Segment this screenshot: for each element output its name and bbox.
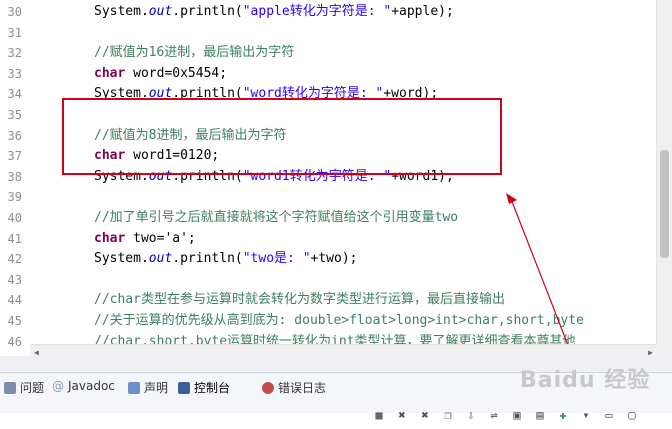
baidu-watermark: Baidu 经验 [520, 368, 651, 393]
tab-problems[interactable]: 问题 [4, 379, 44, 396]
terminate-icon[interactable]: ■ [370, 406, 388, 424]
tab-declaration[interactable]: 声明 [128, 379, 168, 396]
tab-error-log[interactable]: 错误日志 [262, 379, 326, 396]
tab-label: 问题 [20, 381, 45, 395]
copy-icon[interactable]: ❐ [439, 406, 457, 424]
remove-launch-icon[interactable]: ✖ [393, 406, 411, 424]
console-icon [178, 381, 190, 394]
tab-label: 声明 [144, 381, 169, 395]
scroll-lock-icon[interactable]: ⇩ [462, 406, 480, 424]
word-wrap-icon[interactable]: ⇌ [485, 406, 503, 424]
tab-label: 控制台 [194, 381, 231, 395]
maximize-icon[interactable]: ▢ [623, 406, 641, 424]
tab-label: 错误日志 [278, 381, 327, 395]
vertical-scroll-thumb[interactable] [660, 150, 669, 258]
display-console-icon[interactable]: ▤ [531, 406, 549, 424]
code-editor[interactable]: 30 System.out.println("apple转化为字符是: "+app… [0, 0, 672, 358]
error-log-icon [262, 381, 274, 394]
javadoc-icon: @ [52, 379, 64, 393]
remove-all-icon[interactable]: ✖ [416, 406, 434, 424]
vertical-scrollbar[interactable] [656, 0, 672, 358]
tab-console[interactable]: 控制台 [178, 379, 230, 396]
annotation-arrow [506, 193, 574, 358]
console-toolbar: ■ ✖ ✖ ❐ ⇩ ⇌ ▣ ▤ ✚ ▾ ▭ ▢ [370, 405, 641, 425]
declaration-icon [128, 381, 140, 394]
tab-label: Javadoc [68, 379, 115, 393]
new-console-icon[interactable]: ✚ [554, 406, 572, 424]
tab-javadoc[interactable]: @ Javadoc [52, 379, 115, 393]
problems-icon [4, 381, 16, 394]
open-console-icon[interactable]: ▾ [577, 406, 595, 424]
pin-console-icon[interactable]: ▣ [508, 406, 526, 424]
minimize-icon[interactable]: ▭ [600, 406, 618, 424]
